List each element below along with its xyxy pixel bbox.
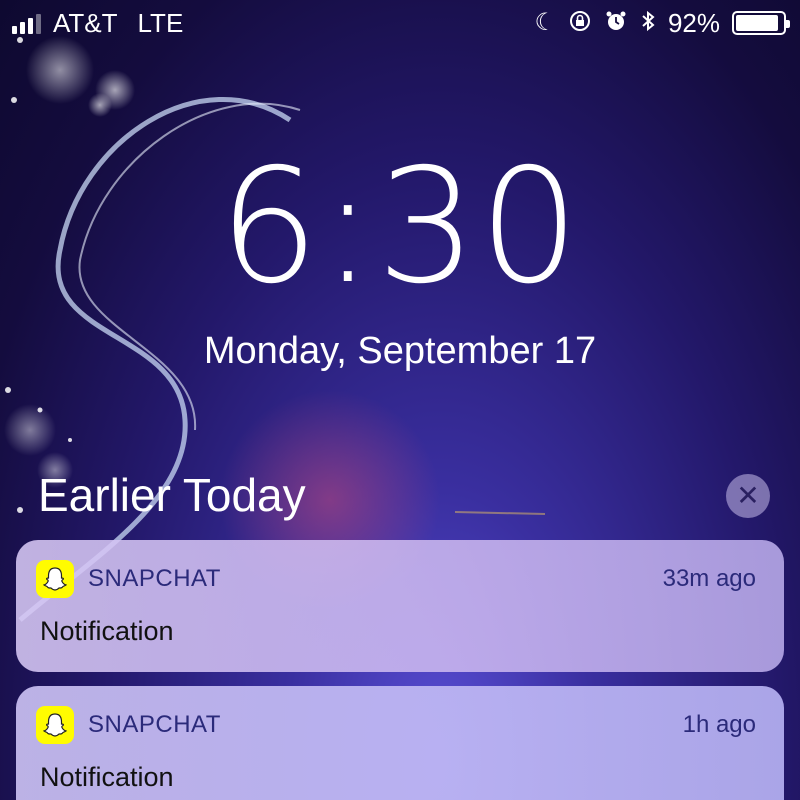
battery-percent-label: 92% [667,7,720,38]
bluetooth-icon [640,9,656,38]
alarm-icon [604,9,628,38]
battery-level-fill [736,15,779,31]
close-icon: ✕ [736,480,760,511]
notification-body: Notification [40,762,174,792]
snapchat-ghost-icon [36,706,74,744]
signal-strength-icon [12,12,41,34]
network-label: LTE [137,7,184,38]
lock-screen-time: 6:30 [218,135,582,319]
notification-time: 1h ago [682,711,756,738]
status-bar-right: ☾ 92% [534,7,790,39]
do-not-disturb-moon-icon: ☾ [534,9,556,36]
notification-header: SNAPCHAT 33m ago [36,560,756,598]
rotation-lock-icon [568,9,592,38]
carrier-label: AT&T [53,7,118,38]
notifications-section-title: Earlier Today [38,469,306,521]
clear-notifications-button[interactable]: ✕ [726,474,770,518]
battery-icon [732,11,790,35]
snapchat-ghost-icon [36,560,74,598]
notification-header: SNAPCHAT 1h ago [36,706,756,744]
lock-screen-date: Monday, September 17 [203,330,597,372]
notification-time: 33m ago [662,565,756,592]
status-bar-left: AT&T LTE [12,8,183,39]
notification-card[interactable]: SNAPCHAT 1h ago Notification [16,686,784,800]
notification-app-name: SNAPCHAT [88,565,221,592]
wallpaper [0,0,800,800]
notification-body: Notification [40,616,174,646]
notification-card[interactable]: SNAPCHAT 33m ago Notification [16,540,784,672]
notification-app-name: SNAPCHAT [88,711,221,738]
status-bar: AT&T LTE ☾ 92% [0,0,800,46]
